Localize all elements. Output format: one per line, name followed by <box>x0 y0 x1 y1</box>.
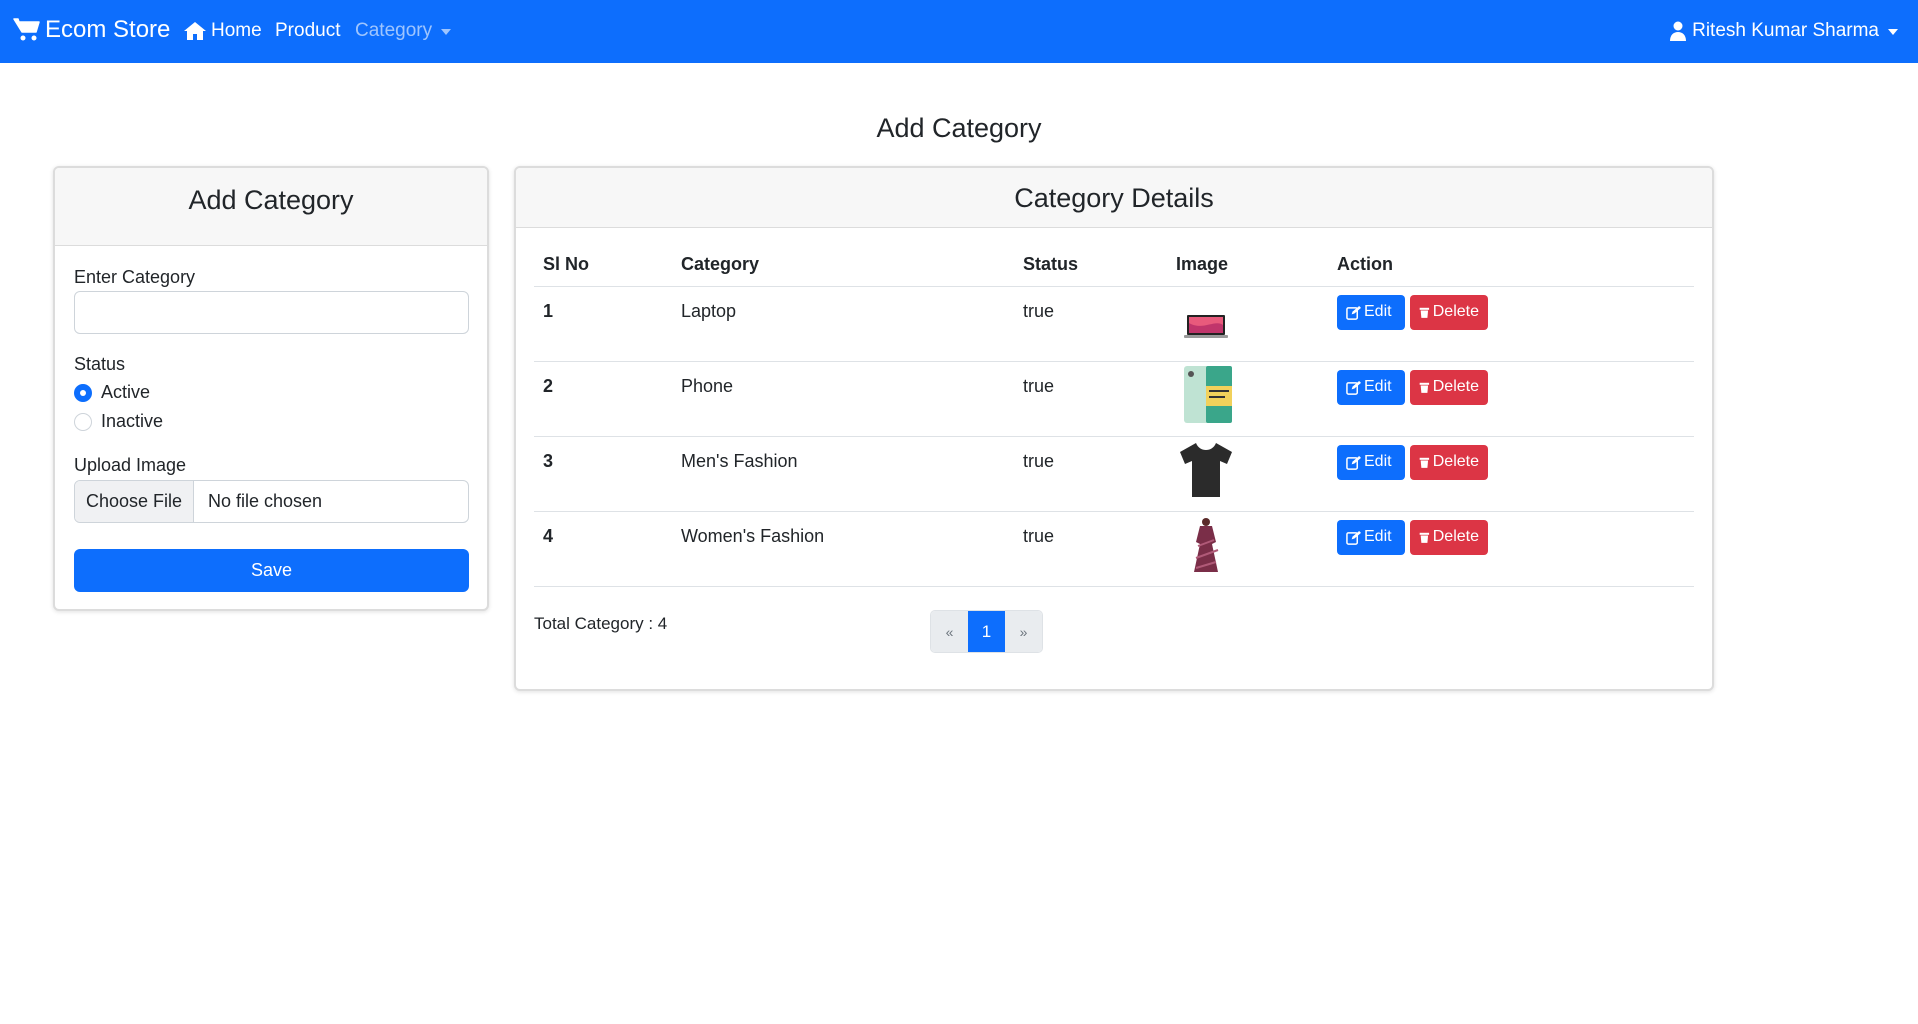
chevron-down-icon <box>441 29 452 35</box>
edit-label: Edit <box>1364 378 1392 395</box>
trash-icon <box>1419 382 1430 393</box>
table-header-row: Sl No Category Status Image Action <box>534 244 1694 287</box>
nav-home-label: Home <box>211 20 262 41</box>
table-row: 3 Men's Fashion true Edit Delete <box>534 436 1694 512</box>
cart-icon <box>13 18 40 41</box>
delete-label: Delete <box>1432 378 1479 395</box>
row-category: Men's Fashion <box>672 436 1014 512</box>
brand-name: Ecom Store <box>45 16 171 43</box>
edit-button[interactable]: Edit <box>1337 294 1405 330</box>
delete-button[interactable]: Delete <box>1410 444 1488 480</box>
delete-button[interactable]: Delete <box>1410 519 1488 555</box>
edit-label: Edit <box>1364 528 1392 545</box>
delete-label: Delete <box>1432 528 1479 545</box>
total-category: Total Category : 4 <box>534 614 668 633</box>
user-name: Ritesh Kumar Sharma <box>1692 20 1879 41</box>
status-active-label: Active <box>101 382 151 402</box>
table-row: 4 Women's Fashion true Edit Delete <box>534 511 1694 587</box>
table-row: 2 Phone true Edit Delete <box>534 361 1694 437</box>
file-status: No file chosen <box>208 491 323 511</box>
brand-link[interactable]: Ecom Store <box>13 16 170 44</box>
chevron-down-icon <box>1888 29 1898 35</box>
row-sl: 1 <box>534 286 672 362</box>
column-header: Sl No <box>534 244 672 287</box>
table-row: 1 Laptop true Edit Delete <box>534 286 1694 362</box>
nav-product-label: Product <box>275 20 341 41</box>
dress-thumbnail <box>1194 517 1219 572</box>
nav-category-label: Category <box>355 20 433 41</box>
radio-inactive[interactable] <box>74 412 92 431</box>
pagination-next[interactable]: » <box>1005 611 1042 652</box>
page-title: Add Category <box>876 113 1042 143</box>
save-button[interactable]: Save <box>74 549 469 592</box>
trash-icon <box>1419 307 1430 318</box>
edit-button[interactable]: Edit <box>1337 369 1405 405</box>
pagination: « 1 » <box>930 610 1043 653</box>
column-header: Category <box>672 244 1014 287</box>
row-category: Laptop <box>672 286 1014 362</box>
nav-home[interactable]: Home <box>183 20 262 42</box>
user-menu[interactable]: Ritesh Kumar Sharma <box>1670 20 1898 42</box>
edit-icon <box>1346 455 1361 470</box>
edit-button[interactable]: Edit <box>1337 519 1405 555</box>
file-input[interactable]: Choose File No file chosen <box>74 480 469 523</box>
top-navbar: Ecom Store Home Product Category Ritesh … <box>0 0 1918 63</box>
delete-button[interactable]: Delete <box>1410 294 1488 330</box>
row-sl: 2 <box>534 361 672 437</box>
edit-button[interactable]: Edit <box>1337 444 1405 480</box>
category-input[interactable] <box>74 291 469 334</box>
tshirt-thumbnail <box>1180 442 1232 497</box>
status-inactive-label: Inactive <box>101 411 164 431</box>
edit-label: Edit <box>1364 453 1392 470</box>
upload-label: Upload Image <box>74 455 187 475</box>
row-status: true <box>1014 511 1167 587</box>
add-category-card: Add Category Enter Category Status Activ… <box>53 166 489 611</box>
pagination-prev[interactable]: « <box>931 611 968 652</box>
row-status: true <box>1014 286 1167 362</box>
status-inactive-option[interactable]: Inactive <box>74 411 163 432</box>
phone-thumbnail <box>1184 365 1232 423</box>
category-table: Sl No Category Status Image Action 1 Lap… <box>534 244 1694 587</box>
row-sl: 4 <box>534 511 672 587</box>
row-category: Women's Fashion <box>672 511 1014 587</box>
radio-active[interactable] <box>74 383 92 402</box>
add-category-header: Add Category <box>55 168 487 246</box>
choose-file-button[interactable]: Choose File <box>75 481 194 522</box>
delete-label: Delete <box>1432 303 1479 320</box>
row-status: true <box>1014 361 1167 437</box>
edit-icon <box>1346 305 1361 320</box>
category-details-card: Category Details Sl No Category Status I… <box>514 166 1714 691</box>
row-sl: 3 <box>534 436 672 512</box>
column-header: Status <box>1014 244 1167 287</box>
status-label: Status <box>74 354 126 374</box>
pagination-page[interactable]: 1 <box>968 611 1005 652</box>
row-category: Phone <box>672 361 1014 437</box>
laptop-thumbnail <box>1184 314 1228 338</box>
row-status: true <box>1014 436 1167 512</box>
nav-category-dropdown[interactable]: Category <box>355 20 452 42</box>
edit-label: Edit <box>1364 303 1392 320</box>
edit-icon <box>1346 530 1361 545</box>
nav-product[interactable]: Product <box>275 20 340 42</box>
trash-icon <box>1419 457 1430 468</box>
user-icon <box>1670 21 1687 41</box>
column-header: Action <box>1328 244 1694 287</box>
column-header: Image <box>1167 244 1328 287</box>
category-details-header: Category Details <box>516 168 1712 228</box>
delete-button[interactable]: Delete <box>1410 369 1488 405</box>
trash-icon <box>1419 532 1430 543</box>
category-label: Enter Category <box>74 267 196 287</box>
status-active-option[interactable]: Active <box>74 382 150 403</box>
delete-label: Delete <box>1432 453 1479 470</box>
home-icon <box>184 22 206 40</box>
edit-icon <box>1346 380 1361 395</box>
